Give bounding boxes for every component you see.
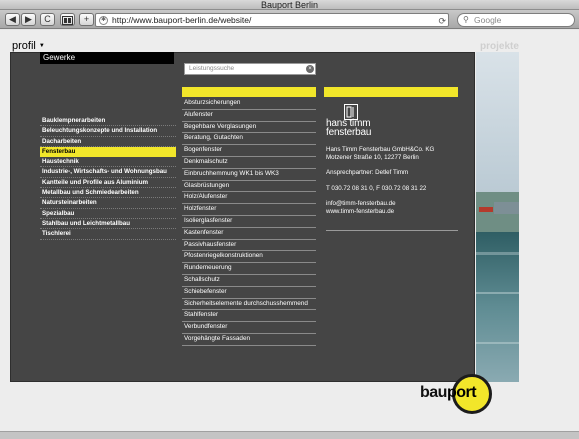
reload-icon: C — [44, 14, 51, 24]
category-item[interactable]: Industrie-, Wirtschafts- und Wohnungsbau — [40, 167, 176, 178]
service-item[interactable]: Sicherheitselemente durchschusshemmend — [182, 299, 316, 311]
service-item[interactable]: Schallschutz — [182, 275, 316, 287]
address-bar[interactable]: ✱ http://www.bauport-berlin.de/website/ … — [95, 13, 449, 27]
browser-window: Bauport Berlin ◀ ▶ C + ✱ http://www.baup… — [0, 0, 579, 439]
add-bookmark-button[interactable]: + — [79, 13, 94, 26]
service-item[interactable]: Beratung, Gutachten — [182, 133, 316, 146]
plus-icon: + — [83, 14, 90, 24]
service-search-placeholder: Leistungssuche — [189, 65, 235, 72]
service-item[interactable]: Glasbrüstungen — [182, 181, 316, 193]
search-icon: ⚲ — [463, 15, 469, 24]
building-photo — [476, 52, 519, 382]
service-item[interactable]: Kastenfenster — [182, 228, 316, 240]
dropdown-arrow-icon: ▼ — [38, 43, 45, 49]
clear-icon[interactable]: × — [306, 65, 314, 73]
tab-profil-label: profil — [12, 40, 36, 52]
category-item[interactable]: Dacharbeiten — [40, 137, 176, 147]
search-field[interactable]: ⚲ Google — [457, 13, 575, 27]
category-item[interactable]: Tischlerei — [40, 229, 176, 240]
category-item[interactable]: Spezialbau — [40, 209, 176, 219]
service-item[interactable]: Isolierglasfenster — [182, 216, 316, 228]
logo-wordmark: bauport — [420, 384, 477, 402]
company-contact: Ansprechpartner: Detlef Timm — [326, 169, 409, 176]
company-logo-wordmark: hans timm fensterbau — [326, 119, 372, 138]
service-item[interactable]: Holzfenster — [182, 204, 316, 216]
status-bar — [0, 431, 579, 439]
tab-projekte[interactable]: projekte — [480, 41, 519, 52]
back-icon: ◀ — [9, 14, 16, 24]
bookmarks-icon — [62, 16, 73, 25]
service-item[interactable]: Bogenfenster — [182, 145, 316, 157]
category-item[interactable]: Natursteinarbeiten — [40, 198, 176, 209]
building-photo-image — [476, 52, 519, 382]
service-item[interactable]: Vorgehängte Fassaden — [182, 334, 316, 346]
back-button[interactable]: ◀ — [5, 13, 20, 26]
service-item[interactable]: Pfostenriegelkonstruktionen — [182, 251, 316, 264]
company-website[interactable]: www.timm-fensterbau.de — [326, 208, 460, 216]
bauport-logo[interactable]: bauport — [420, 374, 496, 414]
company-phone: T 030.72 08 31 0, F 030.72 08 31 22 — [326, 184, 427, 192]
forward-button[interactable]: ▶ — [21, 13, 36, 26]
company-details: Hans Timm Fensterbau GmbH&Co. KG Motzene… — [326, 146, 460, 215]
category-item[interactable]: Beleuchtungskonzepte und Installation — [40, 126, 176, 137]
category-item[interactable]: Stahlbau und Leichtmetallbau — [40, 219, 176, 230]
service-item[interactable]: Absturzsicherungen — [182, 98, 316, 110]
service-item[interactable]: Passivhausfenster — [182, 240, 316, 252]
search-placeholder: Google — [474, 15, 502, 25]
service-item[interactable]: Stahlfenster — [182, 310, 316, 323]
window-title: Bauport Berlin — [260, 0, 319, 10]
company-header-bar — [324, 87, 458, 97]
company-email[interactable]: info@timm-fensterbau.de — [326, 200, 460, 208]
services-header-bar — [182, 87, 316, 97]
tab-profil[interactable]: profil ▼ — [12, 40, 45, 52]
service-item[interactable]: Alufenster — [182, 110, 316, 122]
service-item[interactable]: Holz/Alufenster — [182, 192, 316, 205]
webpage: profil ▼ projekte Gewerke Leistungssuche… — [0, 30, 579, 431]
forward-icon: ▶ — [25, 14, 32, 24]
favicon-icon: ✱ — [99, 16, 108, 25]
category-item[interactable]: Fensterbau — [40, 146, 176, 158]
service-item[interactable]: Begehbare Verglasungen — [182, 122, 316, 134]
service-search-input[interactable]: Leistungssuche × — [184, 63, 316, 75]
logo-part-bau: bau — [420, 384, 447, 401]
company-name: Hans Timm Fensterbau GmbH&Co. KG — [326, 146, 435, 153]
service-item[interactable]: Schiebefenster — [182, 287, 316, 299]
category-item[interactable]: Haustechnik — [40, 157, 176, 168]
company-address: Motzener Straße 10, 12277 Berlin — [326, 153, 419, 161]
service-item[interactable]: Rundemeuerung — [182, 263, 316, 275]
title-bar: Bauport Berlin — [0, 0, 579, 10]
category-list: Bauklempnerarbeiten Beleuchtungskonzepte … — [40, 116, 176, 240]
browser-toolbar: ◀ ▶ C + ✱ http://www.bauport-berlin.de/w… — [0, 10, 579, 29]
logo-line-2: fensterbau — [326, 127, 372, 138]
category-item[interactable]: Metallbau und Schmiedearbeiten — [40, 188, 176, 199]
category-item[interactable]: Bauklempnerarbeiten — [40, 116, 176, 127]
service-item[interactable]: Verbundfenster — [182, 322, 316, 334]
refresh-icon[interactable]: ⟳ — [438, 15, 446, 27]
service-list: Absturzsicherungen Alufenster Begehbare Ve… — [182, 98, 316, 346]
logo-part-port: port — [446, 384, 477, 401]
url-text: http://www.bauport-berlin.de/website/ — [112, 15, 252, 25]
divider — [326, 230, 458, 231]
service-item[interactable]: Denkmalschutz — [182, 157, 316, 169]
reload-button[interactable]: C — [40, 13, 55, 26]
service-item[interactable]: Einbruchhemmung WK1 bis WK3 — [182, 169, 316, 181]
gewerke-header: Gewerke — [40, 52, 174, 64]
category-item[interactable]: Kantteile und Profile aus Aluminium — [40, 178, 176, 189]
bookmarks-button[interactable] — [60, 13, 75, 26]
